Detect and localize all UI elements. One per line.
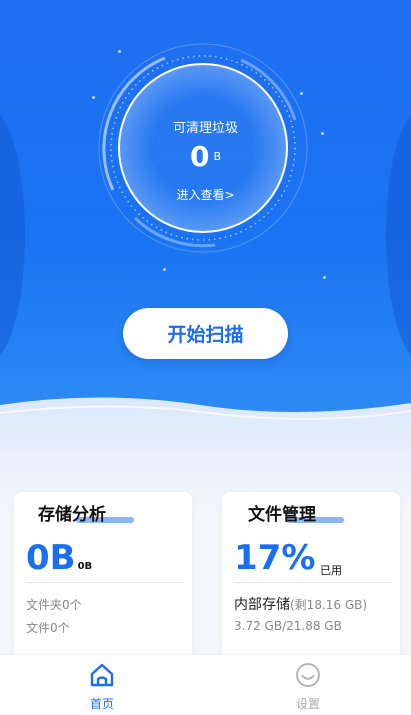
gauge-unit: B bbox=[213, 150, 222, 163]
star-dot bbox=[323, 276, 326, 279]
bottom-tab-bar: 首页 设置 bbox=[0, 654, 411, 715]
smile-icon bbox=[296, 663, 320, 687]
start-scan-button[interactable]: 开始扫描 bbox=[123, 308, 288, 359]
view-details-link[interactable]: 进入查看> bbox=[0, 186, 411, 203]
tab-home[interactable]: 首页 bbox=[62, 661, 142, 712]
remaining-space: (剩18.16 GB) bbox=[290, 598, 368, 612]
star-dot bbox=[163, 268, 166, 271]
tab-home-label: 首页 bbox=[89, 697, 114, 711]
file-count: 文件0个 bbox=[26, 621, 70, 635]
internal-storage-label: 内部存储(剩18.16 GB) bbox=[234, 597, 368, 613]
gauge-value: 0B bbox=[0, 140, 411, 173]
folder-count: 文件夹0个 bbox=[26, 598, 82, 612]
storage-card-title: 存储分析 bbox=[38, 500, 134, 525]
home-icon bbox=[90, 663, 114, 687]
hero-panel bbox=[0, 0, 411, 430]
storage-usage: 3.72 GB/21.88 GB bbox=[234, 619, 342, 633]
tab-settings[interactable]: 设置 bbox=[268, 661, 348, 712]
files-card-title: 文件管理 bbox=[248, 500, 344, 525]
divider bbox=[26, 582, 184, 583]
tab-settings-label: 设置 bbox=[295, 697, 320, 711]
used-percent: 17% bbox=[234, 538, 316, 578]
storage-analysis-card[interactable]: 存储分析 0B 0B 文件夹0个 文件0个 bbox=[14, 492, 192, 662]
file-management-card[interactable]: 文件管理 17% 已用 内部存储(剩18.16 GB) 3.72 GB/21.8… bbox=[222, 492, 400, 662]
gauge-number: 0 bbox=[189, 140, 210, 173]
divider bbox=[234, 582, 392, 583]
storage-size: 0B 0B bbox=[26, 538, 93, 578]
gauge-title: 可清理垃圾 bbox=[172, 121, 238, 136]
used-label: 已用 bbox=[320, 564, 342, 577]
